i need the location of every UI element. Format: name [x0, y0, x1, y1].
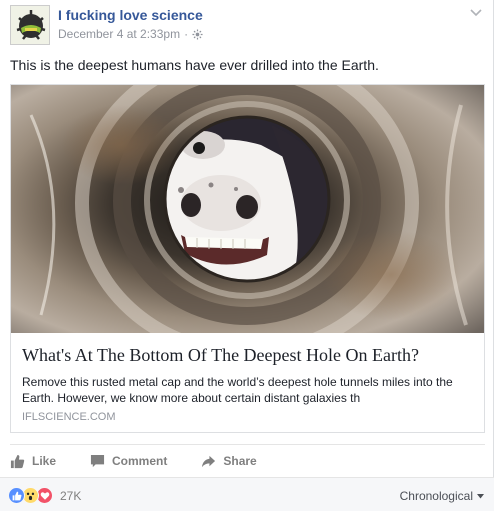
- like-reaction-icon: [8, 487, 25, 504]
- link-description: Remove this rusted metal cap and the wor…: [22, 375, 453, 405]
- link-preview-image[interactable]: [11, 85, 484, 333]
- caret-down-icon: [477, 493, 484, 498]
- link-domain: IFLSCIENCE.COM: [22, 411, 116, 423]
- share-button[interactable]: Share: [201, 454, 257, 469]
- link-title[interactable]: What's At The Bottom Of The Deepest Hole…: [22, 345, 419, 366]
- comment-label: Comment: [112, 454, 168, 468]
- chevron-down-icon[interactable]: [469, 8, 483, 18]
- page-avatar[interactable]: [10, 5, 50, 45]
- share-icon: [202, 455, 216, 467]
- comment-sort-dropdown[interactable]: Chronological: [400, 489, 484, 503]
- reactions-summary[interactable]: 27K: [8, 487, 81, 504]
- reaction-count[interactable]: 27K: [60, 489, 81, 503]
- like-button[interactable]: Like: [10, 454, 56, 469]
- post-footer: 27K Chronological: [0, 477, 494, 511]
- post-actions: Like Comment Share: [10, 446, 291, 476]
- share-label: Share: [223, 454, 257, 468]
- feed-post: I fucking love science December 4 at 2:3…: [0, 0, 494, 511]
- thumbs-up-icon: [10, 454, 25, 468]
- post-message: This is the deepest humans have ever dri…: [10, 57, 379, 73]
- comment-button[interactable]: Comment: [90, 454, 167, 469]
- link-preview-card[interactable]: What's At The Bottom Of The Deepest Hole…: [10, 84, 485, 433]
- meta-separator: ·: [184, 27, 189, 41]
- sort-label: Chronological: [399, 489, 473, 503]
- like-label: Like: [32, 454, 57, 468]
- globe-icon[interactable]: [192, 28, 203, 40]
- post-timestamp[interactable]: December 4 at 2:33pm: [58, 27, 180, 41]
- page-name-link[interactable]: I fucking love science: [58, 7, 203, 23]
- comment-icon: [90, 454, 105, 467]
- actions-divider: [10, 444, 485, 445]
- post-meta: December 4 at 2:33pm ·: [58, 27, 203, 41]
